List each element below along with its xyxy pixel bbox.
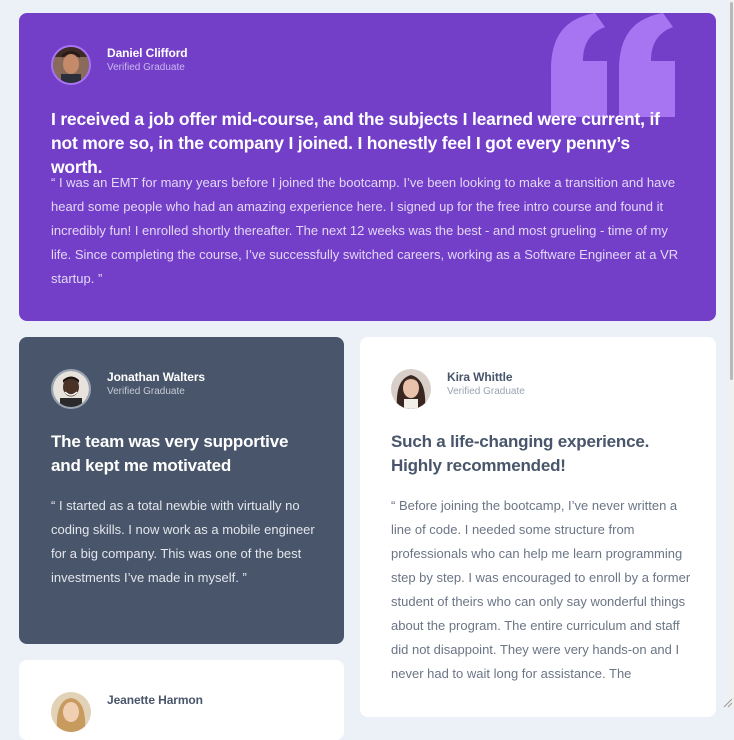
testimonial-card-jeanette: Jeanette Harmon	[19, 660, 344, 740]
testimonial-headline: Such a life-changing experience. Highly …	[391, 432, 650, 475]
avatar	[51, 692, 91, 732]
vertical-scrollbar[interactable]	[729, 0, 734, 709]
author-role: Verified Graduate	[107, 386, 185, 397]
quotation-mark-icon	[551, 13, 675, 117]
author-name: Jonathan Walters	[107, 370, 205, 384]
author-name: Jeanette Harmon	[107, 693, 203, 707]
testimonial-quote: “ I started as a total newbie with virtu…	[51, 498, 315, 585]
testimonial-card-daniel: Daniel Clifford Verified Graduate I rece…	[19, 13, 716, 321]
testimonial-card-jonathan: Jonathan Walters Verified Graduate The t…	[19, 337, 344, 644]
avatar	[51, 369, 91, 409]
testimonial-headline: I received a job offer mid-course, and t…	[51, 109, 660, 177]
testimonial-card-kira: Kira Whittle Verified Graduate Such a li…	[360, 337, 716, 717]
author-role: Verified Graduate	[107, 62, 185, 73]
avatar	[391, 369, 431, 409]
testimonial-quote: “ Before joining the bootcamp, I’ve neve…	[391, 498, 691, 681]
testimonial-quote: “ I was an EMT for many years before I j…	[51, 175, 679, 286]
resize-grip-icon[interactable]	[721, 696, 733, 708]
author-name: Daniel Clifford	[107, 46, 188, 60]
scrollbar-thumb[interactable]	[730, 2, 733, 380]
avatar	[51, 45, 91, 85]
testimonial-headline: The team was very supportive and kept me…	[51, 432, 289, 475]
author-name: Kira Whittle	[447, 370, 513, 384]
author-role: Verified Graduate	[447, 386, 525, 397]
